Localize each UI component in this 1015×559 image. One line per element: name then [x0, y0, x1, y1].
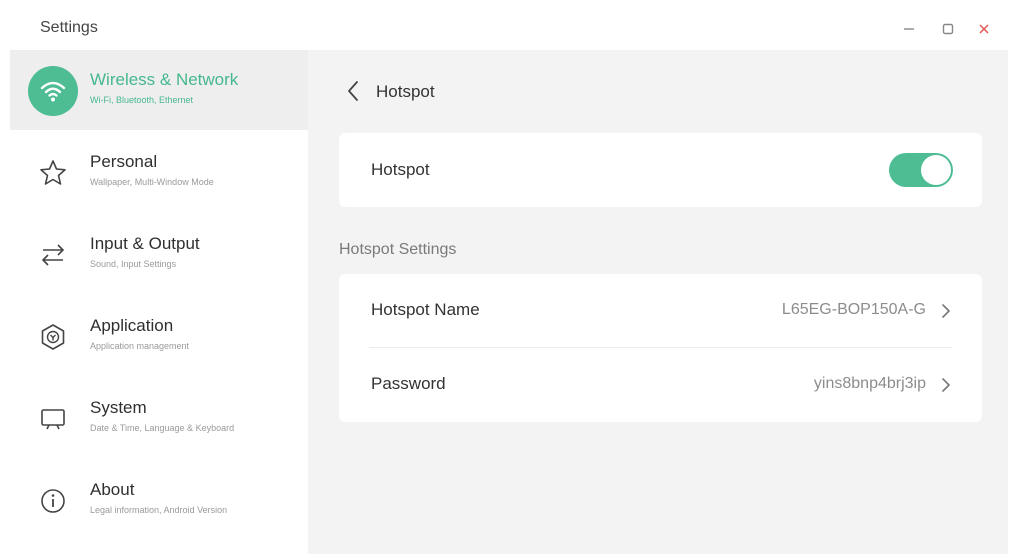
close-icon	[979, 24, 989, 34]
chevron-right-icon	[940, 302, 952, 320]
hotspot-settings-card: Hotspot Name L65EG-BOP150A-G Password yi…	[339, 274, 982, 422]
sidebar-item-subtitle: Wallpaper, Multi-Window Mode	[90, 177, 214, 187]
maximize-button[interactable]	[936, 16, 960, 42]
chevron-left-icon	[348, 81, 358, 101]
star-icon	[28, 148, 78, 198]
sidebar-item-application[interactable]: Application Application management	[10, 296, 308, 376]
app-title: Settings	[40, 19, 98, 36]
sidebar-item-title: Input & Output	[90, 234, 200, 253]
hotspot-name-label: Hotspot Name	[371, 300, 480, 319]
password-label: Password	[371, 374, 446, 393]
password-value: yins8bnp4brj3ip	[813, 375, 926, 392]
sidebar-item-title: Wireless & Network	[90, 70, 239, 89]
maximize-icon	[942, 23, 954, 35]
sidebar-item-title: System	[90, 398, 147, 417]
sidebar-item-input-output[interactable]: Input & Output Sound, Input Settings	[10, 214, 308, 294]
close-button[interactable]	[972, 16, 996, 42]
content-pane: Hotspot Hotspot Hotspot Settings Hotspot…	[308, 50, 1008, 554]
title-bar: Settings	[10, 8, 1008, 50]
sidebar: Wireless & Network Wi-Fi, Bluetooth, Eth…	[10, 50, 308, 554]
sidebar-item-system[interactable]: System Date & Time, Language & Keyboard	[10, 378, 308, 458]
settings-window: Settings Wireless & Network Wi-Fi, Bluet…	[10, 8, 1008, 554]
section-label: Hotspot Settings	[339, 241, 457, 258]
chevron-right-icon	[940, 376, 952, 394]
page-title: Hotspot	[376, 82, 435, 101]
sidebar-item-subtitle: Legal information, Android Version	[90, 505, 228, 515]
toggle-knob	[921, 155, 951, 185]
monitor-icon	[28, 394, 78, 444]
hotspot-toggle[interactable]	[889, 153, 953, 187]
hotspot-name-value: L65EG-BOP150A-G	[781, 301, 926, 318]
hotspot-card: Hotspot	[339, 133, 982, 207]
minimize-icon	[904, 28, 914, 30]
hotspot-name-row[interactable]: Hotspot Name L65EG-BOP150A-G	[339, 274, 982, 348]
minimize-button[interactable]	[897, 16, 921, 42]
sidebar-item-title: Personal	[90, 152, 158, 171]
sidebar-item-about[interactable]: About Legal information, Android Version	[10, 460, 308, 540]
info-icon	[28, 476, 78, 526]
sidebar-item-subtitle: Wi-Fi, Bluetooth, Ethernet	[90, 95, 194, 105]
password-row[interactable]: Password yins8bnp4brj3ip	[339, 348, 982, 422]
sidebar-item-wireless-network[interactable]: Wireless & Network Wi-Fi, Bluetooth, Eth…	[10, 50, 308, 130]
sidebar-item-subtitle: Application management	[90, 341, 190, 351]
swap-arrows-icon	[28, 230, 78, 280]
sidebar-item-subtitle: Date & Time, Language & Keyboard	[90, 423, 235, 433]
hotspot-toggle-label: Hotspot	[371, 160, 430, 179]
application-icon	[28, 312, 78, 362]
sidebar-item-title: About	[90, 480, 135, 499]
sidebar-item-personal[interactable]: Personal Wallpaper, Multi-Window Mode	[10, 132, 308, 212]
back-button[interactable]	[342, 78, 364, 104]
sidebar-item-subtitle: Sound, Input Settings	[90, 259, 177, 269]
wifi-icon	[28, 66, 78, 116]
sidebar-item-title: Application	[90, 316, 174, 335]
